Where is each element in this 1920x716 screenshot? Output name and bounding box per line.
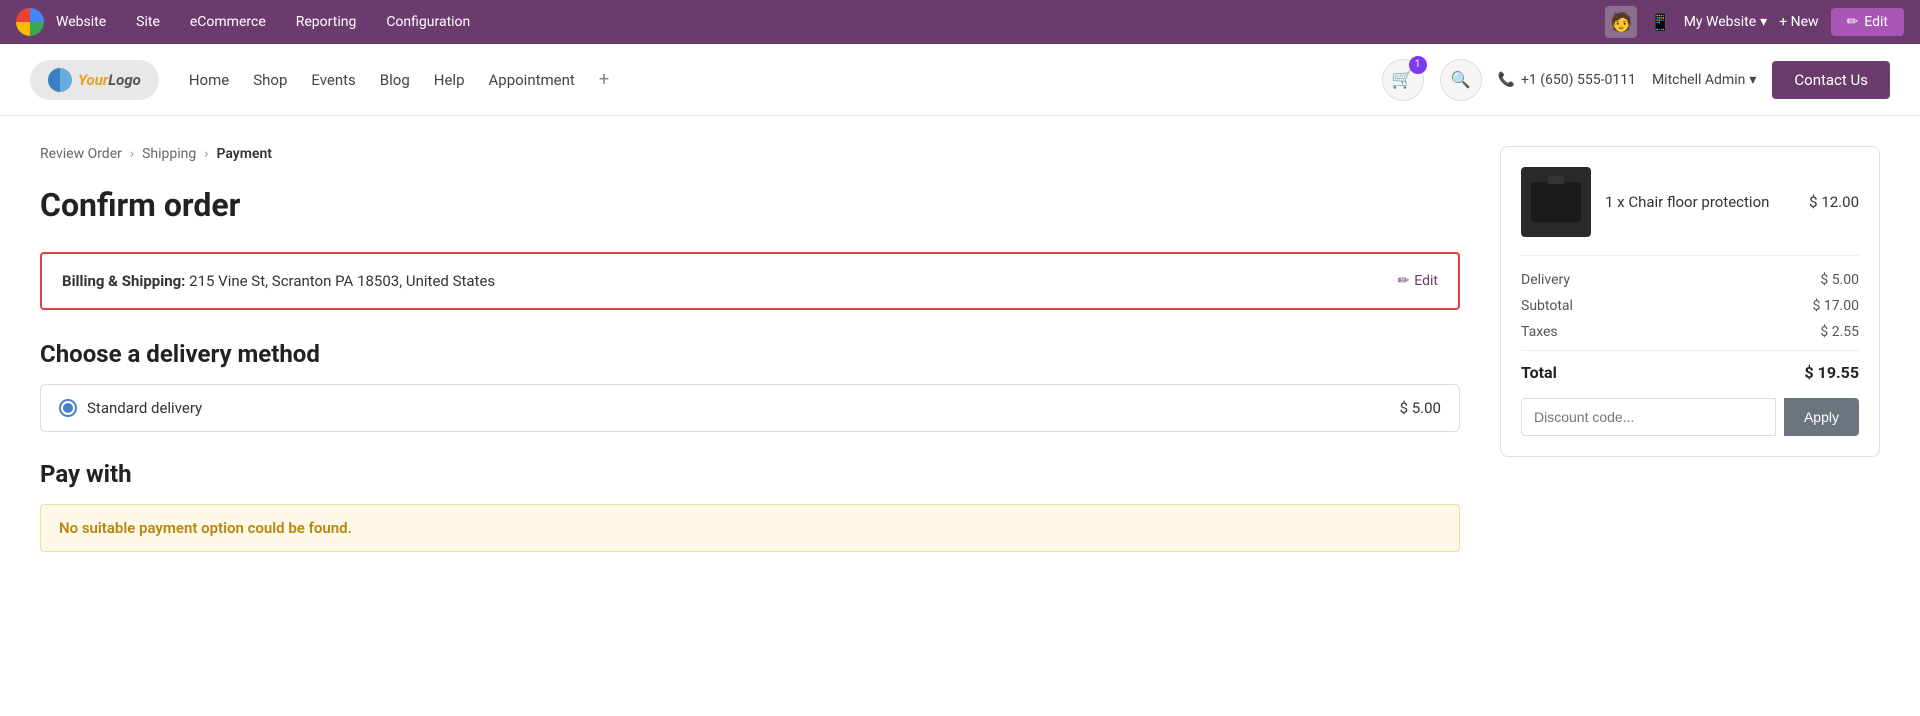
nav-shop[interactable]: Shop (253, 71, 287, 89)
radio-inner (63, 403, 73, 413)
pencil-icon: ✏ (1398, 273, 1410, 289)
breadcrumb-sep-2: › (204, 146, 208, 162)
search-button[interactable]: 🔍 (1440, 59, 1482, 101)
taxes-label: Taxes (1521, 324, 1558, 340)
reporting-nav-item[interactable]: Reporting (290, 10, 363, 34)
taxes-line: Taxes $ 2.55 (1521, 324, 1859, 340)
main-content: Review Order › Shipping › Payment Confir… (0, 116, 1920, 582)
left-column: Review Order › Shipping › Payment Confir… (40, 146, 1460, 552)
avatar-image: 🧑 (1605, 6, 1637, 38)
delivery-section-title: Choose a delivery method (40, 340, 1460, 368)
subtotal-label: Subtotal (1521, 298, 1573, 314)
total-line: Total $ 19.55 (1521, 350, 1859, 382)
mobile-icon[interactable]: 📱 (1649, 12, 1671, 33)
nav-links: Home Shop Events Blog Help Appointment + (189, 69, 1382, 90)
product-row: 1 x Chair floor protection $ 12.00 (1521, 167, 1859, 256)
order-summary-card: 1 x Chair floor protection $ 12.00 Deliv… (1500, 146, 1880, 457)
logo-box: YourLogo (30, 60, 159, 100)
billing-label: Billing & Shipping: (62, 272, 185, 290)
my-website-button[interactable]: My Website ▾ (1684, 14, 1767, 30)
phone-area: 📞 +1 (650) 555-0111 (1498, 72, 1636, 88)
delivery-line: Delivery $ 5.00 (1521, 272, 1859, 288)
configuration-nav-item[interactable]: Configuration (380, 10, 476, 34)
subtotal-line: Subtotal $ 17.00 (1521, 298, 1859, 314)
discount-code-input[interactable] (1521, 398, 1776, 436)
search-icon: 🔍 (1451, 70, 1471, 89)
chevron-down-icon: ▾ (1760, 14, 1767, 30)
pay-section-title: Pay with (40, 460, 1460, 488)
admin-logo[interactable]: Website (16, 8, 112, 36)
product-info: 1 x Chair floor protection (1605, 192, 1795, 213)
no-payment-warning: No suitable payment option could be foun… (40, 504, 1460, 552)
breadcrumb-sep-1: › (130, 146, 134, 162)
billing-text: Billing & Shipping: 215 Vine St, Scranto… (62, 272, 495, 290)
discount-row: Apply (1521, 398, 1859, 436)
product-price: $ 12.00 (1809, 193, 1859, 211)
delivery-price: $ 5.00 (1400, 399, 1441, 417)
apply-button[interactable]: Apply (1784, 398, 1859, 436)
breadcrumb-payment: Payment (216, 146, 272, 162)
subtotal-value: $ 17.00 (1812, 298, 1859, 314)
odoo-logo-icon (16, 8, 44, 36)
breadcrumb: Review Order › Shipping › Payment (40, 146, 1460, 162)
website-nav: YourLogo Home Shop Events Blog Help Appo… (0, 44, 1920, 116)
logo-icon (48, 68, 72, 92)
chevron-down-icon: ▾ (1749, 72, 1756, 88)
user-dropdown[interactable]: Mitchell Admin ▾ (1652, 72, 1756, 88)
breadcrumb-review-order[interactable]: Review Order (40, 146, 122, 162)
total-label: Total (1521, 363, 1557, 382)
pencil-icon: ✏ (1847, 14, 1859, 30)
phone-icon: 📞 (1498, 72, 1515, 88)
edit-button[interactable]: ✏ Edit (1831, 8, 1904, 36)
right-column: 1 x Chair floor protection $ 12.00 Deliv… (1500, 146, 1880, 552)
nav-right: 🛒 1 🔍 📞 +1 (650) 555-0111 Mitchell Admin… (1382, 59, 1890, 101)
radio-button[interactable] (59, 399, 77, 417)
logo-text: YourLogo (78, 71, 141, 89)
nav-events[interactable]: Events (311, 71, 355, 89)
avatar[interactable]: 🧑 (1605, 6, 1637, 38)
site-nav-item[interactable]: Site (130, 10, 166, 34)
billing-address: 215 Vine St, Scranton PA 18503, United S… (189, 272, 495, 290)
edit-address-link[interactable]: ✏ Edit (1398, 273, 1438, 289)
nav-help[interactable]: Help (434, 71, 465, 89)
cart-button[interactable]: 🛒 1 (1382, 59, 1424, 101)
billing-shipping-box: Billing & Shipping: 215 Vine St, Scranto… (40, 252, 1460, 310)
taxes-value: $ 2.55 (1820, 324, 1859, 340)
new-button[interactable]: + New (1779, 14, 1818, 30)
cart-badge: 1 (1409, 56, 1427, 74)
website-nav-item[interactable]: Website (50, 10, 112, 34)
ecommerce-nav-item[interactable]: eCommerce (184, 10, 272, 34)
phone-number: +1 (650) 555-0111 (1521, 72, 1636, 88)
total-value: $ 19.55 (1804, 363, 1859, 382)
delivery-line-label: Delivery (1521, 272, 1570, 288)
product-image-shape (1531, 182, 1581, 222)
add-nav-icon[interactable]: + (599, 69, 609, 90)
user-name: Mitchell Admin (1652, 72, 1745, 88)
product-image (1521, 167, 1591, 237)
nav-home[interactable]: Home (189, 71, 229, 89)
delivery-left: Standard delivery (59, 399, 202, 417)
nav-blog[interactable]: Blog (380, 71, 410, 89)
product-name: 1 x Chair floor protection (1605, 193, 1769, 211)
logo-area[interactable]: YourLogo (30, 60, 159, 100)
admin-bar: Website Site eCommerce Reporting Configu… (0, 0, 1920, 44)
contact-us-button[interactable]: Contact Us (1772, 61, 1890, 99)
page-title: Confirm order (40, 186, 1460, 224)
admin-bar-left: Website Site eCommerce Reporting Configu… (16, 8, 1585, 36)
delivery-line-value: $ 5.00 (1820, 272, 1859, 288)
delivery-label: Standard delivery (87, 399, 202, 417)
delivery-option-standard[interactable]: Standard delivery $ 5.00 (40, 384, 1460, 432)
breadcrumb-shipping[interactable]: Shipping (142, 146, 196, 162)
admin-bar-right: 🧑 📱 My Website ▾ + New ✏ Edit (1605, 6, 1904, 38)
nav-appointment[interactable]: Appointment (489, 71, 575, 89)
